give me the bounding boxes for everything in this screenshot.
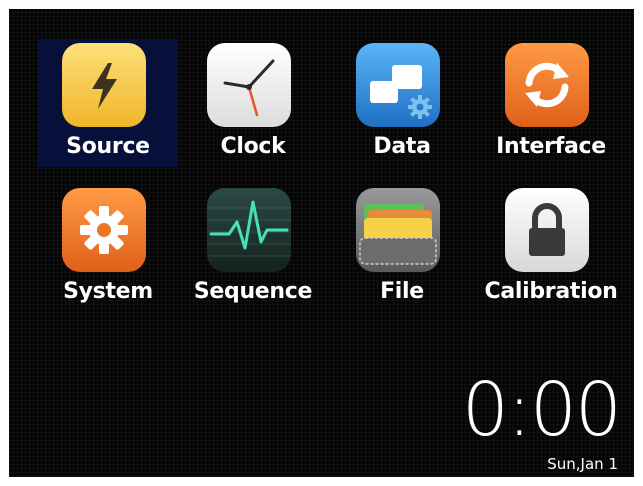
app-calibration[interactable]: Calibration xyxy=(481,184,621,312)
home-screen: Source Clock Data Interface System Seque… xyxy=(9,9,634,477)
app-label: Source xyxy=(66,134,150,159)
lock-icon xyxy=(505,188,589,272)
sync-icon xyxy=(505,43,589,127)
lightning-bolt-icon xyxy=(62,43,146,127)
data-transfer-icon xyxy=(356,43,440,127)
app-system[interactable]: System xyxy=(38,184,178,312)
app-label: Data xyxy=(373,134,431,159)
folder-icon xyxy=(356,188,440,272)
app-label: File xyxy=(380,279,424,304)
app-data[interactable]: Data xyxy=(332,39,472,167)
app-label: Sequence xyxy=(193,279,313,304)
time-display: 0:00 xyxy=(461,367,622,453)
app-label: Interface xyxy=(496,134,606,159)
waveform-icon xyxy=(207,188,291,272)
clock-icon xyxy=(207,43,291,127)
app-label: Calibration xyxy=(484,279,618,304)
app-clock[interactable]: Clock xyxy=(183,39,323,167)
app-file[interactable]: File xyxy=(332,184,472,312)
app-source[interactable]: Source xyxy=(38,39,178,167)
app-label: Clock xyxy=(220,134,286,159)
app-interface[interactable]: Interface xyxy=(481,39,621,167)
gear-icon xyxy=(62,188,146,272)
date-display: Sun,Jan 1 xyxy=(547,455,618,473)
app-sequence[interactable]: Sequence xyxy=(183,184,323,312)
app-label: System xyxy=(63,279,153,304)
